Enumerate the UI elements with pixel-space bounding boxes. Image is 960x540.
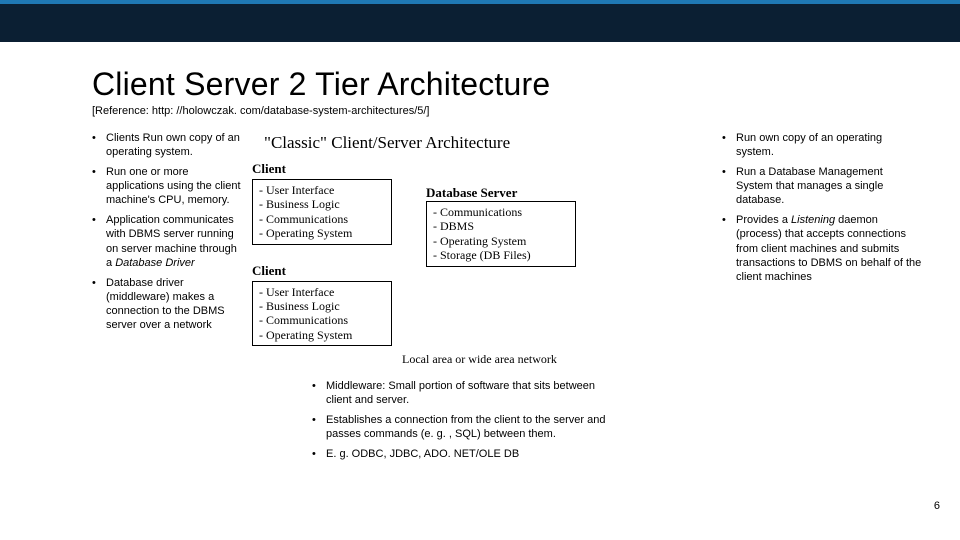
middle-bullet-list: Middleware: Small portion of software th… [252,379,612,461]
client-box-2-wrap: Client - User Interface - Business Logic… [252,263,392,347]
right-bullet-3-em: Listening [791,214,835,226]
slide: Client Server 2 Tier Architecture [Refer… [0,0,960,540]
left-bullet-list: Clients Run own copy of an operating sys… [92,131,242,332]
middle-column: "Classic" Client/Server Architecture Cli… [252,131,632,468]
diagram: "Classic" Client/Server Architecture Cli… [252,133,632,367]
diagram-title: "Classic" Client/Server Architecture [264,133,632,153]
client-label-2: Client [252,263,392,279]
server-line-1: - Communications [433,205,569,219]
right-column: Run own copy of an operating system. Run… [722,131,922,290]
client-line-1-2: - Business Logic [259,197,385,211]
client-line-1-3: - Communications [259,212,385,226]
mid-bullet-1: Middleware: Small portion of software th… [312,379,612,407]
client-line-2-3: - Communications [259,313,385,327]
server-wrap: Database Server - Communications - DBMS … [426,185,576,267]
left-bullet-2: Run one or more applications using the c… [92,165,242,207]
client-box-1-wrap: Client - User Interface - Business Logic… [252,161,392,245]
server-box: - Communications - DBMS - Operating Syst… [426,201,576,267]
client-box-2: - User Interface - Business Logic - Comm… [252,281,392,347]
left-bullet-1: Clients Run own copy of an operating sys… [92,131,242,159]
columns: Clients Run own copy of an operating sys… [92,131,922,468]
mid-bullet-2: Establishes a connection from the client… [312,413,612,441]
left-column: Clients Run own copy of an operating sys… [92,131,242,338]
right-bullet-list: Run own copy of an operating system. Run… [722,131,922,284]
header-band [0,0,960,42]
client-stack: Client - User Interface - Business Logic… [252,161,392,346]
server-line-4: - Storage (DB Files) [433,248,569,262]
server-label: Database Server [426,185,576,201]
left-bullet-4: Database driver (middleware) makes a con… [92,276,242,332]
client-line-2-4: - Operating System [259,328,385,342]
client-box-1: - User Interface - Business Logic - Comm… [252,179,392,245]
mid-bullet-3: E. g. ODBC, JDBC, ADO. NET/OLE DB [312,447,612,461]
right-bullet-1: Run own copy of an operating system. [722,131,922,159]
client-line-1-4: - Operating System [259,226,385,240]
left-bullet-3-italic: Database Driver [115,257,194,269]
server-line-2: - DBMS [433,219,569,233]
reference-line: [Reference: http: //holowczak. com/datab… [92,105,922,117]
client-label-1: Client [252,161,392,177]
slide-title: Client Server 2 Tier Architecture [92,66,922,103]
right-bullet-2: Run a Database Management System that ma… [722,165,922,207]
page-number: 6 [934,500,940,512]
client-line-2-2: - Business Logic [259,299,385,313]
server-line-3: - Operating System [433,234,569,248]
right-bullet-3-pre: Provides a [736,214,791,226]
left-bullet-3: Application communicates with DBMS serve… [92,213,242,269]
right-bullet-3: Provides a Listening daemon (process) th… [722,213,922,283]
content-area: Client Server 2 Tier Architecture [Refer… [0,42,960,468]
client-line-2-1: - User Interface [259,285,385,299]
diagram-row: Client - User Interface - Business Logic… [252,161,632,346]
diagram-footer: Local area or wide area network [402,352,632,367]
client-line-1-1: - User Interface [259,183,385,197]
